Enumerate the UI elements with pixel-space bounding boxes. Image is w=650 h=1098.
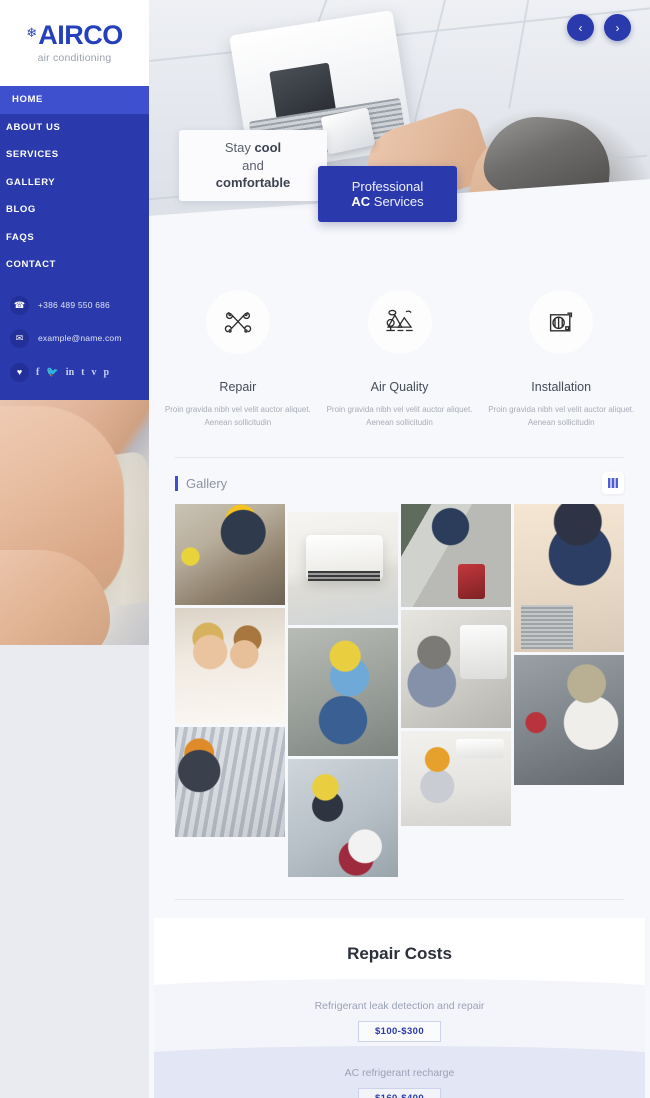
hero-blue-services: Services	[370, 194, 424, 209]
logo-tagline: air conditioning	[37, 52, 112, 64]
grid-view-icon[interactable]	[602, 472, 624, 495]
phone-number: +386 489 550 686	[38, 300, 110, 310]
sidebar-phone[interactable]: ☎ +386 489 550 686	[0, 289, 149, 322]
gallery-column-4	[514, 504, 624, 877]
sidebar-item-faqs[interactable]: FAQS	[0, 224, 149, 252]
gallery-accent-bar	[175, 475, 178, 491]
main-content: Repair Proin gravida nibh vel velit auct…	[149, 262, 650, 1098]
vimeo-icon[interactable]: v	[91, 367, 96, 378]
sidebar: ❄ AIRCO air conditioning HOME ABOUT US S…	[0, 0, 149, 1098]
gallery-item[interactable]	[401, 504, 511, 608]
gallery-header: Gallery	[149, 458, 650, 504]
gallery-column-2	[288, 512, 398, 878]
sidebar-item-services[interactable]: SERVICES	[0, 141, 149, 169]
sidebar-email[interactable]: ✉ example@name.com	[0, 322, 149, 355]
cost-price-button[interactable]: $160-$400	[357, 1088, 442, 1098]
repair-costs-panel: Repair Costs Refrigerant leak detection …	[154, 918, 645, 1098]
main-navigation: HOME ABOUT US SERVICES GALLERY BLOG FAQS…	[0, 86, 149, 400]
hero-caption-line2: and	[242, 157, 264, 173]
service-text: Proin gravida nibh vel velit auctor aliq…	[164, 405, 311, 428]
service-text: Proin gravida nibh vel velit auctor aliq…	[488, 405, 635, 428]
hero-caption-line3: comfortable	[215, 175, 291, 191]
cost-label: Refrigerant leak detection and repair	[314, 1000, 485, 1013]
gallery-title: Gallery	[186, 475, 228, 491]
sidebar-promo-image	[0, 399, 149, 645]
gallery-item[interactable]	[514, 655, 624, 786]
gallery-item[interactable]	[175, 727, 285, 838]
hero-blue-line1: Professional	[351, 179, 424, 194]
sidebar-item-blog[interactable]: BLOG	[0, 196, 149, 224]
cost-row: AC refrigerant recharge $160-$400	[154, 1046, 645, 1098]
email-address: example@name.com	[38, 333, 122, 343]
sidebar-item-contact[interactable]: CONTACT	[0, 251, 149, 279]
facebook-icon[interactable]: f	[36, 367, 39, 378]
hero-caption-white: Stay cool and comfortable	[179, 130, 327, 201]
envelope-icon: ✉	[10, 328, 29, 348]
hero-caption-blue: Professional AC Services	[318, 166, 457, 222]
sidebar-filler	[0, 644, 149, 1098]
service-card-repair[interactable]: Repair Proin gravida nibh vel velit auct…	[157, 290, 319, 429]
slider-next-button[interactable]: ›	[604, 14, 631, 41]
gallery-item[interactable]	[288, 759, 398, 878]
hero-slider-controls: ‹ ›	[567, 14, 631, 41]
crossed-wrenches-icon	[205, 290, 270, 354]
cost-row: Refrigerant leak detection and repair $1…	[154, 979, 645, 1056]
sidebar-contact-block: ☎ +386 489 550 686 ✉ example@name.com ♥ …	[0, 278, 149, 398]
hero-slider: ‹ › Stay cool and comfortable Profession…	[149, 0, 650, 277]
service-text: Proin gravida nibh vel velit auctor aliq…	[326, 405, 473, 428]
sidebar-item-gallery[interactable]: GALLERY	[0, 169, 149, 197]
gallery-item[interactable]	[175, 504, 285, 606]
hero-blue-ac: AC	[351, 194, 371, 209]
cost-label: AC refrigerant recharge	[344, 1067, 455, 1080]
gallery-item[interactable]	[288, 628, 398, 757]
pinterest-icon[interactable]: р	[103, 367, 109, 378]
service-title: Air Quality	[370, 380, 429, 394]
linkedin-icon[interactable]: in	[66, 367, 74, 378]
gallery-column-1	[175, 504, 285, 877]
service-title: Installation	[531, 380, 592, 394]
gallery-item[interactable]	[401, 610, 511, 729]
service-card-air-quality[interactable]: Air Quality Proin gravida nibh vel velit…	[319, 290, 481, 429]
phone-icon: ☎	[10, 295, 29, 315]
logo-name: AIRCO	[38, 20, 123, 50]
hero-caption-line1-plain: Stay	[224, 140, 255, 155]
gallery-item[interactable]	[288, 512, 398, 626]
section-divider-bottom	[175, 899, 624, 901]
slider-prev-button[interactable]: ‹	[567, 14, 594, 41]
heart-icon[interactable]: ♥	[10, 362, 29, 382]
social-links: ♥ f 🐦 in t v р	[0, 355, 149, 384]
gallery-item[interactable]	[401, 731, 511, 827]
sidebar-item-about[interactable]: ABOUT US	[0, 114, 149, 142]
tumblr-icon[interactable]: t	[81, 367, 84, 378]
service-card-installation[interactable]: Installation Proin gravida nibh vel veli…	[480, 290, 642, 429]
services-section: Repair Proin gravida nibh vel velit auct…	[149, 262, 650, 439]
service-title: Repair	[219, 380, 257, 394]
ac-unit-installation-icon	[529, 290, 594, 354]
page-root: ‹ › Stay cool and comfortable Profession…	[0, 0, 650, 1098]
gallery-item[interactable]	[514, 504, 624, 653]
landscape-air-quality-icon	[367, 290, 432, 354]
cost-price-button[interactable]: $100-$300	[357, 1021, 442, 1043]
hero-caption-line1-bold: cool	[254, 140, 282, 155]
gallery-column-3	[401, 504, 511, 877]
snowflake-icon: ❄	[26, 25, 38, 40]
logo[interactable]: ❄ AIRCO air conditioning	[0, 0, 149, 86]
twitter-icon[interactable]: 🐦	[46, 367, 58, 378]
gallery-item[interactable]	[175, 608, 285, 725]
gallery-masonry	[149, 504, 650, 878]
repair-costs-title: Repair Costs	[347, 944, 452, 964]
sidebar-item-home[interactable]: HOME	[0, 86, 149, 114]
